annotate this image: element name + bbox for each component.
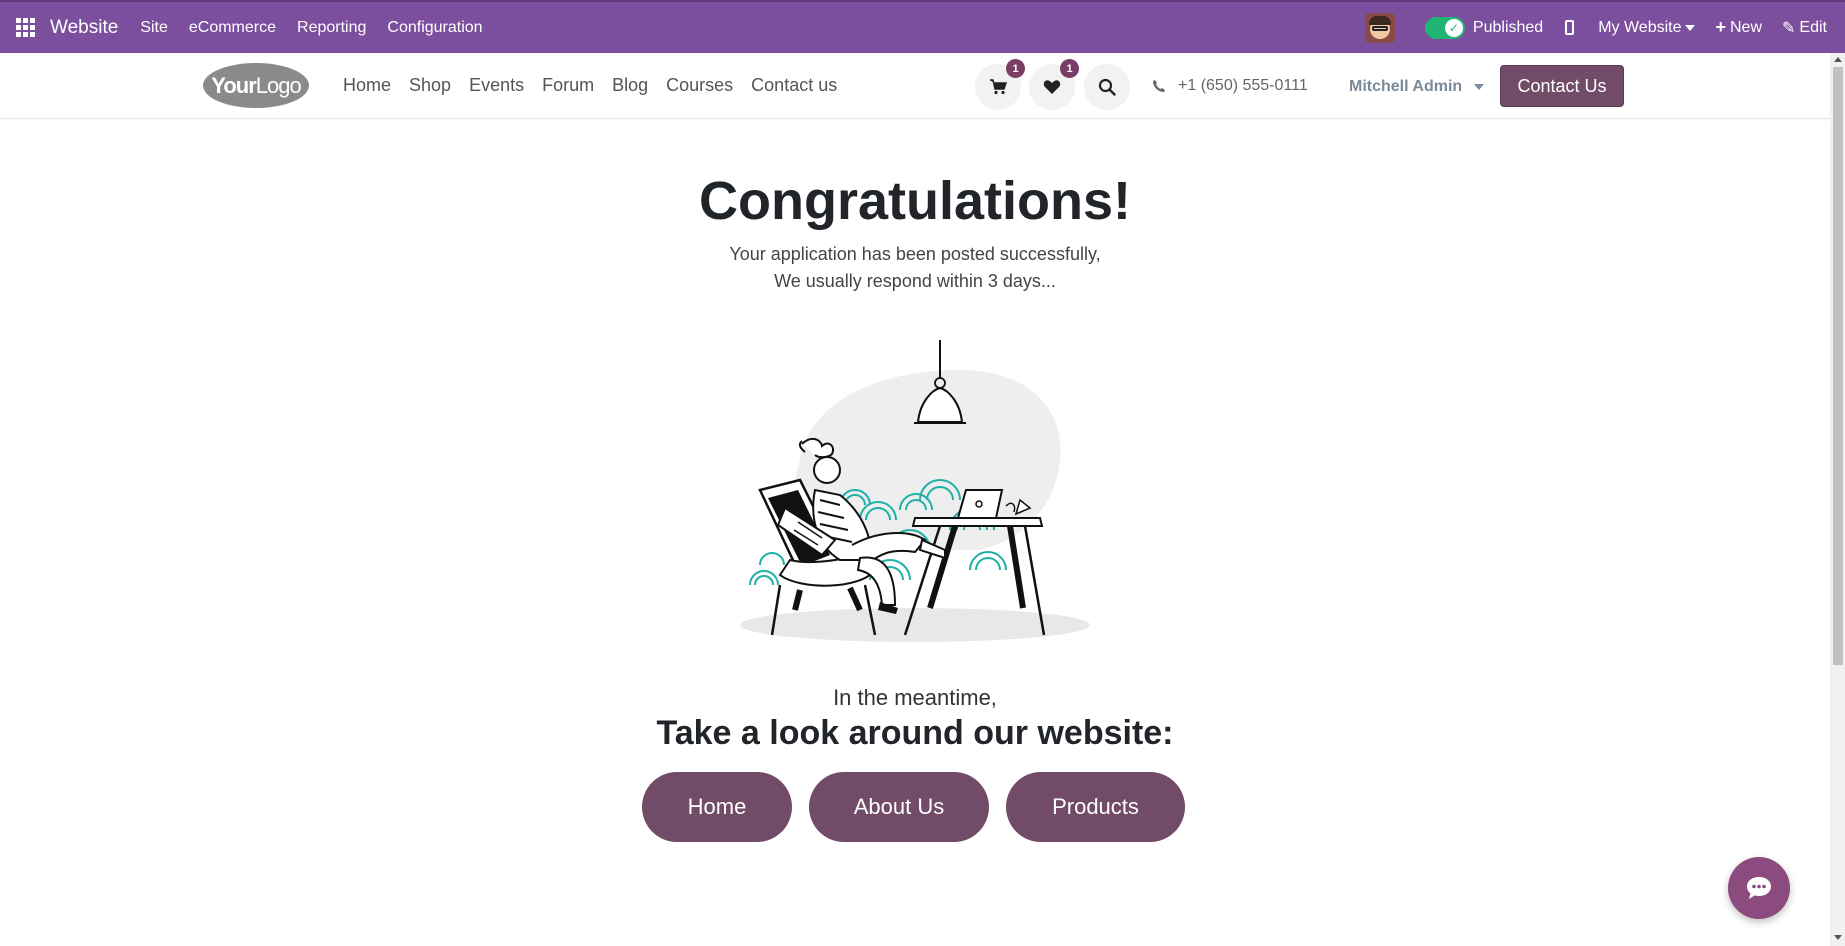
home-button[interactable]: Home xyxy=(642,772,792,842)
mobile-preview-icon[interactable] xyxy=(1565,20,1575,35)
caret-down-icon xyxy=(1685,24,1696,31)
search-icon xyxy=(1098,78,1116,96)
menu-reporting[interactable]: Reporting xyxy=(297,19,366,37)
check-icon: ✓ xyxy=(1444,18,1463,37)
app-brand[interactable]: Website xyxy=(50,17,118,39)
edit-label: Edit xyxy=(1799,18,1827,36)
confirmation-line-2: We usually respond within 3 days... xyxy=(774,271,1056,291)
site-logo[interactable]: Your Logo xyxy=(203,63,309,108)
site-header: Your Logo Home Shop Events Forum Blog Cou… xyxy=(0,53,1830,119)
livechat-button[interactable] xyxy=(1728,857,1790,919)
meantime-text: In the meantime, xyxy=(833,685,997,710)
menu-ecommerce[interactable]: eCommerce xyxy=(189,19,276,37)
apps-menu-icon[interactable] xyxy=(0,1,50,54)
nav-courses[interactable]: Courses xyxy=(666,75,733,96)
scrollbar-thumb[interactable] xyxy=(1833,67,1843,665)
nav-blog[interactable]: Blog xyxy=(612,75,648,96)
caret-down-icon xyxy=(1474,84,1485,90)
nav-shop[interactable]: Shop xyxy=(409,75,451,96)
confirmation-line-1: Your application has been posted success… xyxy=(729,244,1101,264)
products-button[interactable]: Products xyxy=(1006,772,1185,842)
my-website-label: My Website xyxy=(1598,18,1682,36)
nav-contact-us[interactable]: Contact us xyxy=(751,75,837,96)
user-name: Mitchell Admin xyxy=(1349,78,1463,95)
published-label: Published xyxy=(1472,18,1544,36)
new-label: New xyxy=(1730,18,1763,36)
scroll-up-icon[interactable] xyxy=(1834,57,1842,62)
new-button[interactable]: + New xyxy=(1715,17,1762,38)
cart-icon xyxy=(990,79,1007,95)
heart-icon xyxy=(1043,80,1061,94)
wishlist-count-badge: 1 xyxy=(1060,59,1079,78)
published-toggle[interactable]: ✓ xyxy=(1424,16,1465,39)
nav-events[interactable]: Events xyxy=(469,75,524,96)
phone-icon xyxy=(1153,80,1165,92)
relaxing-person-illustration xyxy=(740,340,1090,642)
logo-text-logo: Logo xyxy=(255,72,302,98)
main-nav: Home Shop Events Forum Blog Courses Cont… xyxy=(343,75,855,96)
page-title: Congratulations! xyxy=(699,171,1131,231)
plus-icon: + xyxy=(1715,17,1726,37)
nav-forum[interactable]: Forum xyxy=(542,75,594,96)
phone-number: +1 (650) 555-0111 xyxy=(1178,77,1308,94)
nav-home[interactable]: Home xyxy=(343,75,391,96)
admin-navbar: Website Site eCommerce Reporting Configu… xyxy=(0,0,1845,53)
contact-us-button[interactable]: Contact Us xyxy=(1500,65,1624,107)
wishlist-button[interactable]: 1 xyxy=(1029,59,1079,110)
pencil-icon: ✎ xyxy=(1782,19,1796,37)
logo-text-your: Your xyxy=(211,72,256,98)
user-avatar[interactable] xyxy=(1364,12,1395,43)
about-us-button[interactable]: About Us xyxy=(809,772,989,842)
phone-contact[interactable]: +1 (650) 555-0111 xyxy=(1152,77,1308,95)
search-button[interactable] xyxy=(1084,64,1130,110)
my-website-dropdown[interactable]: My Website xyxy=(1598,18,1696,37)
look-around-heading: Take a look around our website: xyxy=(656,714,1174,752)
menu-configuration[interactable]: Configuration xyxy=(387,19,482,37)
cart-count-badge: 1 xyxy=(1006,59,1025,78)
edit-button[interactable]: ✎ Edit xyxy=(1782,18,1827,38)
menu-site[interactable]: Site xyxy=(140,19,168,37)
scroll-down-icon[interactable] xyxy=(1834,935,1842,940)
chat-bubble-icon xyxy=(1747,877,1771,899)
cart-button[interactable]: 1 xyxy=(975,59,1025,110)
user-dropdown[interactable]: Mitchell Admin xyxy=(1349,78,1485,96)
